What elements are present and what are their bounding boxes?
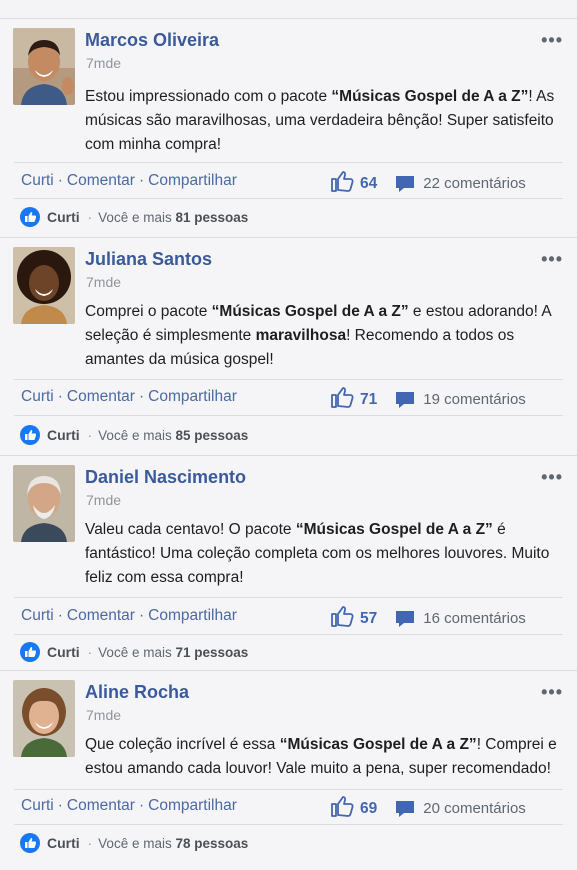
like-count[interactable]: 71 — [360, 391, 377, 409]
reactions-summary[interactable]: Curti · Você e mais 71 pessoas — [20, 642, 248, 662]
post-stats: 57 16 comentários — [330, 605, 526, 632]
avatar-photo-icon — [13, 680, 75, 757]
post-stats: 71 19 comentários — [330, 386, 526, 413]
like-reaction-icon — [20, 207, 40, 227]
reactions-summary[interactable]: Curti · Você e mais 85 pessoas — [20, 425, 248, 445]
like-link[interactable]: Curti — [21, 388, 54, 405]
like-reaction-icon — [20, 833, 40, 853]
reaction-label: Curti — [47, 209, 80, 225]
divider — [14, 597, 563, 598]
author-name[interactable]: Daniel Nascimento — [85, 467, 246, 488]
post-text: Comprei o pacote “Músicas Gospel de A a … — [85, 300, 573, 372]
avatar-photo-icon — [13, 28, 75, 105]
divider — [14, 379, 563, 380]
timestamp[interactable]: 7mde — [86, 274, 121, 290]
reaction-label: Curti — [47, 835, 80, 851]
post-card: Aline Rocha 7mde ••• Que coleção incríve… — [0, 671, 577, 870]
comment-link[interactable]: Comentar — [67, 172, 135, 189]
author-name[interactable]: Juliana Santos — [85, 249, 212, 270]
reaction-text: Você e mais 81 pessoas — [98, 209, 249, 225]
more-options-icon[interactable]: ••• — [541, 467, 563, 488]
reaction-label: Curti — [47, 427, 80, 443]
post-stats: 69 20 comentários — [330, 795, 526, 822]
comment-bubble-icon[interactable] — [395, 610, 415, 628]
timestamp[interactable]: 7mde — [86, 707, 121, 723]
author-name[interactable]: Aline Rocha — [85, 682, 189, 703]
comment-bubble-icon[interactable] — [395, 391, 415, 409]
reaction-text: Você e mais 85 pessoas — [98, 427, 249, 443]
post-text-part: Estou impressionado com o pacote — [85, 88, 332, 105]
post-text: Valeu cada centavo! O pacote “Músicas Go… — [85, 518, 573, 590]
more-options-icon[interactable]: ••• — [541, 682, 563, 703]
like-link[interactable]: Curti — [21, 607, 54, 624]
avatar[interactable] — [13, 247, 75, 324]
post-card: Juliana Santos 7mde ••• Comprei o pacote… — [0, 238, 577, 455]
comment-link[interactable]: Comentar — [67, 607, 135, 624]
action-links: Curti · Comentar · Compartilhar — [21, 797, 237, 814]
product-name: “Músicas Gospel de A a Z” — [279, 736, 477, 753]
avatar-photo-icon — [13, 465, 75, 542]
comment-link[interactable]: Comentar — [67, 797, 135, 814]
post-text-part: Valeu cada centavo! O pacote — [85, 521, 296, 538]
avatar[interactable] — [13, 465, 75, 542]
avatar[interactable] — [13, 680, 75, 757]
thumbs-up-icon[interactable] — [330, 170, 354, 197]
comment-count[interactable]: 20 comentários — [423, 800, 526, 817]
like-link[interactable]: Curti — [21, 172, 54, 189]
thumbs-up-icon[interactable] — [330, 386, 354, 413]
divider — [14, 415, 563, 416]
comment-bubble-icon[interactable] — [395, 800, 415, 818]
divider — [14, 634, 563, 635]
reactions-summary[interactable]: Curti · Você e mais 81 pessoas — [20, 207, 248, 227]
avatar[interactable] — [13, 28, 75, 105]
reaction-text: Você e mais 78 pessoas — [98, 835, 249, 851]
comments-feed: Marcos Oliveira 7mde ••• Estou impressio… — [0, 0, 577, 870]
timestamp[interactable]: 7mde — [86, 492, 121, 508]
action-links: Curti · Comentar · Compartilhar — [21, 172, 237, 189]
post-text-part: Que coleção incrível é essa — [85, 736, 280, 753]
reaction-label: Curti — [47, 644, 80, 660]
like-reaction-icon — [20, 642, 40, 662]
like-reaction-icon — [20, 425, 40, 445]
post-text: Estou impressionado com o pacote “Música… — [85, 85, 573, 157]
divider — [14, 162, 563, 163]
thumbs-up-icon[interactable] — [330, 795, 354, 822]
post-text-emphasis: maravilhosa — [255, 327, 347, 344]
author-name[interactable]: Marcos Oliveira — [85, 30, 219, 51]
comment-link[interactable]: Comentar — [67, 388, 135, 405]
post-text-part: Comprei o pacote — [85, 303, 212, 320]
comment-count[interactable]: 16 comentários — [423, 610, 526, 627]
post-text: Que coleção incrível é essa “Músicas Gos… — [85, 733, 573, 781]
divider — [14, 789, 563, 790]
product-name: “Músicas Gospel de A a Z” — [211, 303, 409, 320]
reaction-text: Você e mais 71 pessoas — [98, 644, 249, 660]
share-link[interactable]: Compartilhar — [148, 797, 237, 814]
more-options-icon[interactable]: ••• — [541, 30, 563, 51]
post-card: Daniel Nascimento 7mde ••• Valeu cada ce… — [0, 456, 577, 670]
timestamp[interactable]: 7mde — [86, 55, 121, 71]
comment-count[interactable]: 19 comentários — [423, 391, 526, 408]
like-link[interactable]: Curti — [21, 797, 54, 814]
like-count[interactable]: 69 — [360, 800, 377, 818]
divider — [14, 198, 563, 199]
like-count[interactable]: 64 — [360, 175, 377, 193]
avatar-photo-icon — [13, 247, 75, 324]
product-name: “Músicas Gospel de A a Z” — [331, 88, 529, 105]
share-link[interactable]: Compartilhar — [148, 172, 237, 189]
post-card: Marcos Oliveira 7mde ••• Estou impressio… — [0, 19, 577, 237]
reactions-summary[interactable]: Curti · Você e mais 78 pessoas — [20, 833, 248, 853]
like-count[interactable]: 57 — [360, 610, 377, 628]
product-name: “Músicas Gospel de A a Z” — [295, 521, 493, 538]
comment-count[interactable]: 22 comentários — [423, 175, 526, 192]
post-stats: 64 22 comentários — [330, 170, 526, 197]
more-options-icon[interactable]: ••• — [541, 249, 563, 270]
share-link[interactable]: Compartilhar — [148, 607, 237, 624]
action-links: Curti · Comentar · Compartilhar — [21, 607, 237, 624]
share-link[interactable]: Compartilhar — [148, 388, 237, 405]
thumbs-up-icon[interactable] — [330, 605, 354, 632]
action-links: Curti · Comentar · Compartilhar — [21, 388, 237, 405]
divider — [14, 824, 563, 825]
comment-bubble-icon[interactable] — [395, 175, 415, 193]
